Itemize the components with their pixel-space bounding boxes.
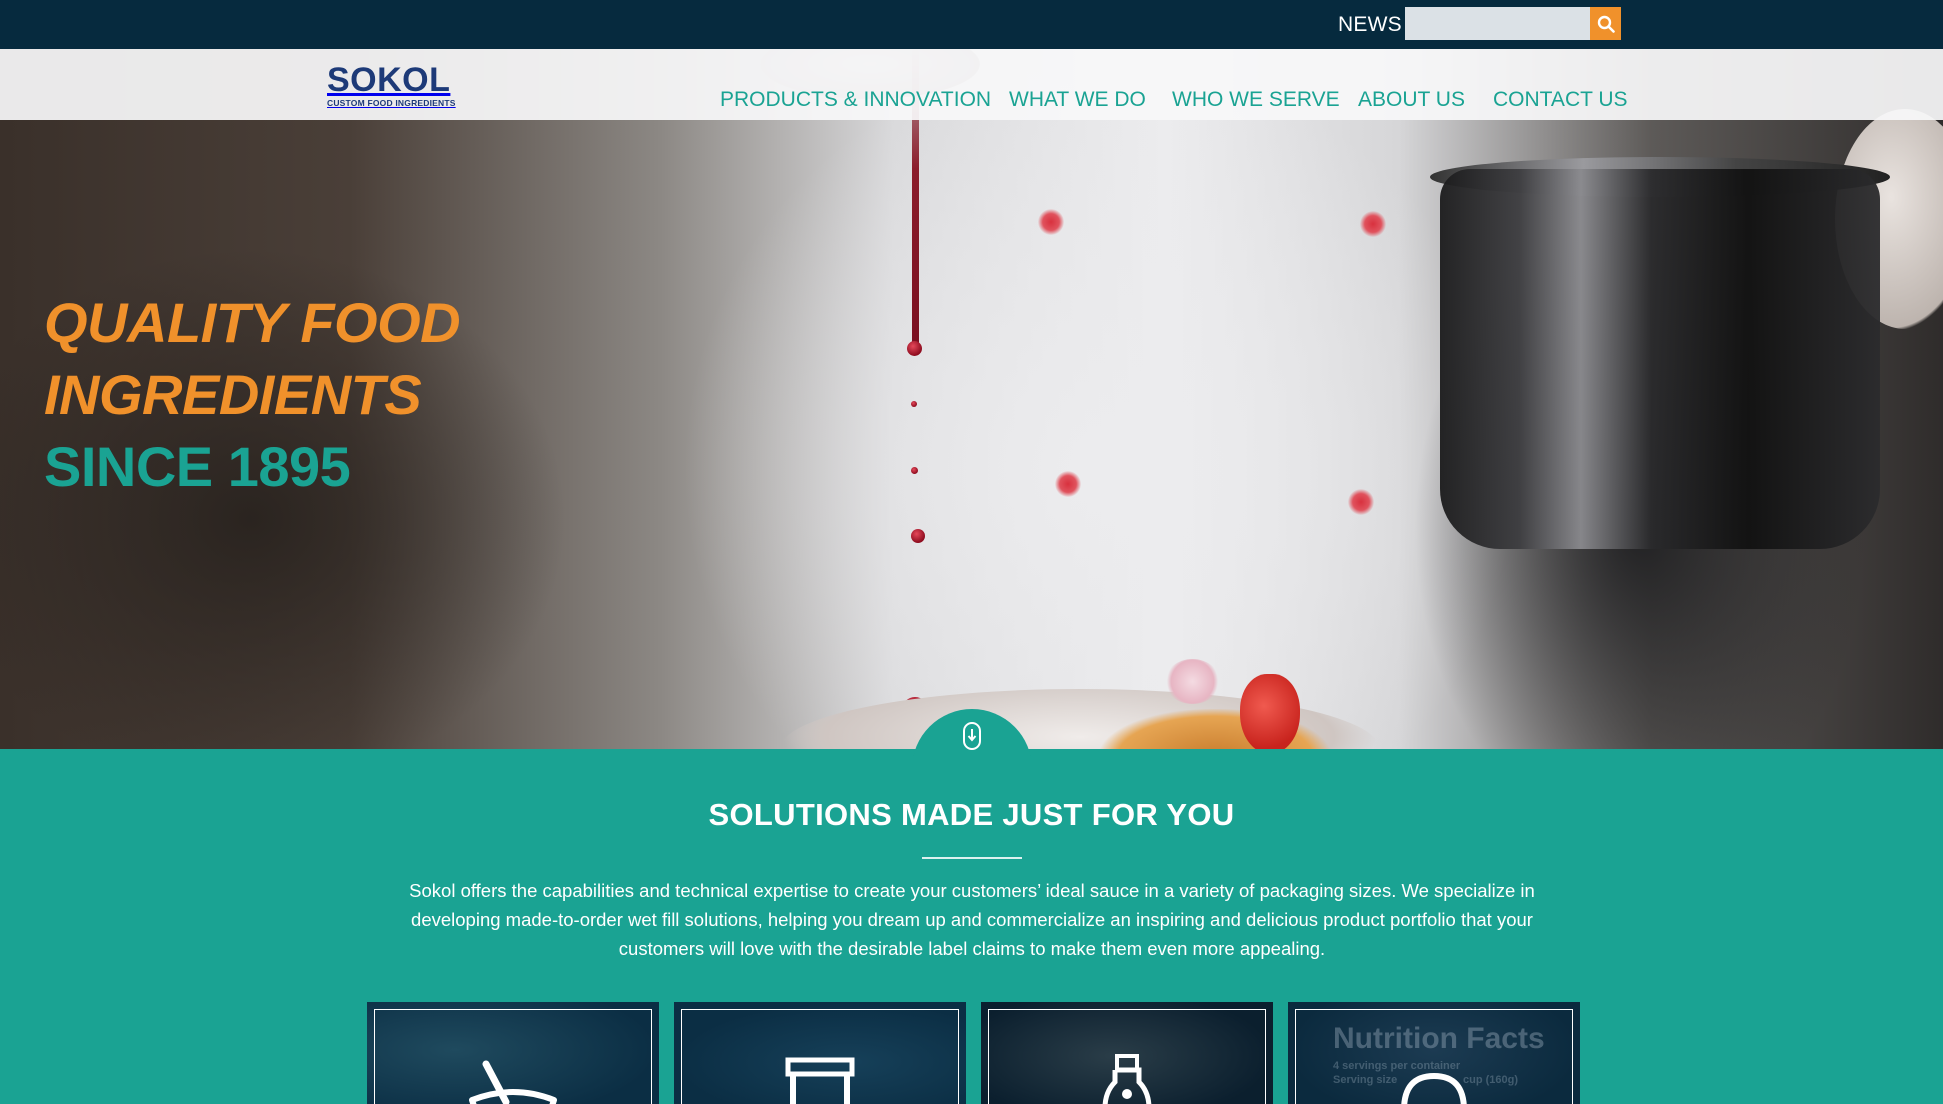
hero-chef-button bbox=[1348, 489, 1374, 515]
news-link[interactable]: NEWS bbox=[1338, 13, 1402, 37]
search-input[interactable] bbox=[1405, 7, 1590, 40]
hero-pot-image bbox=[1440, 169, 1880, 549]
logo-tagline: CUSTOM FOOD INGREDIENTS bbox=[327, 98, 456, 108]
hero-chef-button bbox=[1038, 209, 1064, 235]
hero-flower-image bbox=[1165, 659, 1220, 704]
nav-who-we-serve[interactable]: WHO WE SERVE bbox=[1172, 88, 1340, 112]
mouse-scroll-down-icon bbox=[963, 722, 981, 750]
hero-sauce-drop bbox=[911, 401, 917, 407]
mortar-pestle-icon bbox=[469, 1060, 557, 1104]
hero-sauce-drop bbox=[911, 467, 918, 474]
hero-sauce-drop bbox=[907, 341, 922, 356]
logo-wordmark: SOKOL bbox=[327, 61, 451, 99]
clean-label-icon bbox=[1401, 1072, 1467, 1104]
utility-bar: NEWS bbox=[0, 0, 1943, 49]
solutions-title: SOLUTIONS MADE JUST FOR YOU bbox=[708, 797, 1235, 832]
solution-card-3[interactable] bbox=[981, 1002, 1273, 1104]
hero-banner: QUALITY FOOD INGREDIENTS SINCE 1895 bbox=[0, 49, 1943, 749]
hero-headline-line-2: INGREDIENTS bbox=[44, 363, 422, 426]
search-button[interactable] bbox=[1590, 7, 1621, 40]
hero-headline-line-1: QUALITY FOOD bbox=[44, 291, 461, 354]
hero-strawberry-image bbox=[1240, 674, 1300, 749]
solution-card-1[interactable] bbox=[367, 1002, 659, 1104]
nav-products-innovation[interactable]: PRODUCTS & INNOVATION bbox=[720, 88, 991, 112]
hero-headline-line-3: SINCE 1895 bbox=[44, 435, 351, 498]
solutions-description: Sokol offers the capabilities and techni… bbox=[409, 880, 1535, 959]
hero-sauce-drop bbox=[911, 529, 925, 543]
nav-contact-us[interactable]: CONTACT US bbox=[1493, 88, 1628, 112]
sauce-bottle-icon bbox=[1102, 1054, 1152, 1104]
nav-about-us[interactable]: ABOUT US bbox=[1358, 88, 1465, 112]
hero-headline: QUALITY FOOD INGREDIENTS SINCE 1895 bbox=[44, 287, 461, 503]
magnifier-icon bbox=[1597, 15, 1615, 33]
hero-chef-button bbox=[1360, 211, 1386, 237]
title-divider bbox=[922, 857, 1022, 859]
pouch-package-icon bbox=[785, 1057, 855, 1104]
nav-what-we-do[interactable]: WHAT WE DO bbox=[1009, 88, 1146, 112]
solution-card-4[interactable]: Nutrition Facts 4 servings per container… bbox=[1288, 1002, 1580, 1104]
hero-chef-button bbox=[1055, 471, 1081, 497]
sokol-logo[interactable]: SOKOL CUSTOM FOOD INGREDIENTS bbox=[327, 61, 477, 114]
solution-card-2[interactable] bbox=[674, 1002, 966, 1104]
